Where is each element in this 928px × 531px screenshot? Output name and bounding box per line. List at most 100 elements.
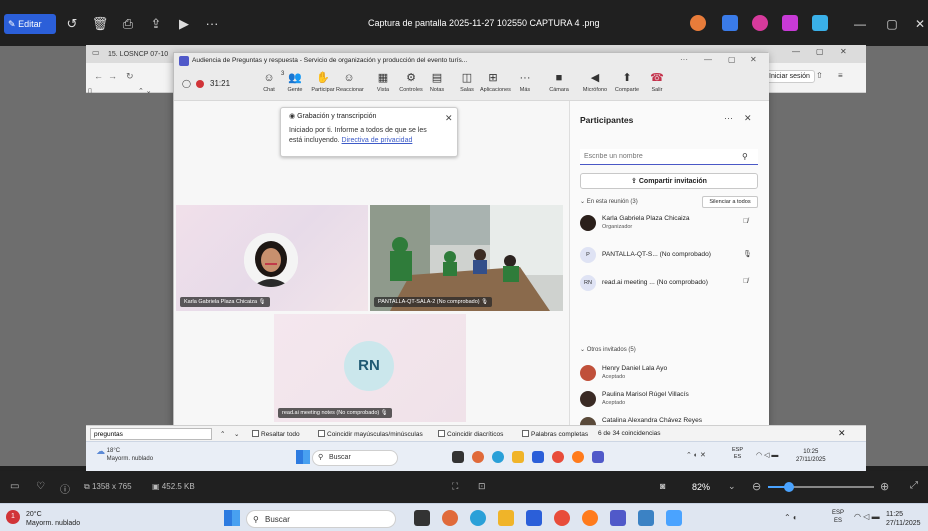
- zoom-out-icon[interactable]: ⊖: [752, 480, 761, 493]
- highlight-all-checkbox[interactable]: Resaltar todo: [252, 430, 300, 438]
- invitee-row[interactable]: Paulina Marisol Rúgel Villacís Aceptado: [580, 389, 760, 411]
- diacritics-checkbox[interactable]: Coincidir diacríticos: [438, 430, 503, 438]
- find-input[interactable]: [90, 428, 212, 440]
- start-icon[interactable]: [224, 510, 240, 526]
- tray-icons[interactable]: ⌃ ◐: [784, 513, 798, 522]
- print-icon[interactable]: ⎙: [118, 14, 138, 34]
- toolbar-gente-button[interactable]: 👥 Gente: [282, 73, 308, 94]
- store-icon[interactable]: [532, 451, 544, 463]
- language-indicator[interactable]: ESP ES: [732, 447, 743, 461]
- inner-clock[interactable]: 10:25 27/11/2025: [796, 448, 826, 464]
- store-icon[interactable]: [526, 510, 542, 526]
- close-find-icon[interactable]: ✕: [838, 428, 846, 439]
- wifi-volume-battery-icons[interactable]: ◠ ◁ ▬: [854, 512, 880, 521]
- app-icon-5[interactable]: [812, 15, 828, 31]
- menu-icon[interactable]: ≡: [838, 71, 843, 80]
- toolbar-reaccionar-button[interactable]: ☺ Reaccionar: [336, 73, 364, 94]
- participant-row[interactable]: P PANTALLA-QT-S... (No comprobado) 🎙: [580, 245, 760, 267]
- close-icon[interactable]: ✕: [750, 55, 757, 64]
- mic-off-icon[interactable]: 🎙̸: [743, 278, 748, 285]
- toolbar-micrófono-button[interactable]: ◀ Micrófono: [582, 73, 608, 94]
- zoom-level[interactable]: 82%: [692, 482, 710, 492]
- find-prev-icon[interactable]: ⌃: [220, 430, 225, 438]
- weather-alert-icon[interactable]: 1: [6, 510, 20, 524]
- chevron-down-icon[interactable]: ⌄: [728, 481, 736, 492]
- delete-icon[interactable]: 🗑: [90, 14, 110, 34]
- mute-all-button[interactable]: Silenciar a todos: [702, 196, 758, 208]
- panel-close-icon[interactable]: ✕: [744, 113, 752, 124]
- video-tile-room[interactable]: PANTALLA-QT-SALA-2 (No comprobado) 🎙: [370, 205, 563, 311]
- in-meeting-header[interactable]: ⌄ En esta reunión (3): [580, 199, 638, 205]
- zoom-slider-thumb[interactable]: [784, 482, 795, 492]
- chrome-icon[interactable]: [554, 510, 570, 526]
- toolbar-más-button[interactable]: ··· Más: [512, 73, 538, 94]
- taskbar-search[interactable]: ⚲ Buscar: [246, 510, 396, 528]
- close-banner-icon[interactable]: ✕: [445, 113, 453, 124]
- toolbar-salir-button[interactable]: ☎ Salir: [644, 73, 670, 94]
- folder-icon[interactable]: [512, 451, 524, 463]
- language-indicator[interactable]: ESP ES: [832, 509, 844, 525]
- share-invite-button[interactable]: ⇪ Compartir invitación: [580, 173, 758, 189]
- maximize-icon[interactable]: ▢: [816, 47, 824, 56]
- maximize-icon[interactable]: ▢: [728, 55, 736, 64]
- teams-icon[interactable]: [610, 510, 626, 526]
- close-icon[interactable]: ✕: [910, 14, 928, 34]
- taskbar-clock[interactable]: 11:25 27/11/2025: [886, 510, 921, 528]
- maximize-icon[interactable]: ▢: [882, 14, 902, 34]
- app-icon-2[interactable]: [722, 15, 738, 31]
- app-icon-1[interactable]: [690, 15, 706, 31]
- toolbar-notas-button[interactable]: ▤ Notas: [424, 73, 450, 94]
- photos-icon[interactable]: [638, 510, 654, 526]
- toolbar-chat-button[interactable]: ☺ Chat: [256, 73, 282, 94]
- info-icon[interactable]: ⓘ: [60, 481, 70, 496]
- firefox-icon[interactable]: [572, 451, 584, 463]
- minimize-icon[interactable]: —: [850, 14, 870, 34]
- filmstrip-icon[interactable]: ▭: [10, 481, 19, 492]
- folder-icon[interactable]: [498, 510, 514, 526]
- chrome-icon[interactable]: [552, 451, 564, 463]
- minimize-icon[interactable]: —: [792, 47, 800, 56]
- image-icon[interactable]: [666, 510, 682, 526]
- expand-icon[interactable]: ⤢: [910, 480, 918, 491]
- toolbar-comparte-button[interactable]: ⬆ Comparte: [614, 73, 640, 94]
- find-next-icon[interactable]: ⌄: [234, 430, 239, 438]
- participant-search-input[interactable]: [580, 149, 758, 165]
- tray-icons[interactable]: ⌃ ◐ ✕: [686, 451, 706, 459]
- search-icon[interactable]: ⚲: [742, 152, 748, 161]
- start-icon[interactable]: [296, 450, 310, 464]
- edge-icon[interactable]: [492, 451, 504, 463]
- fit-icon[interactable]: ⛶: [452, 481, 458, 492]
- app-icon[interactable]: [442, 510, 458, 526]
- panel-more-icon[interactable]: ···: [724, 113, 733, 123]
- login-button[interactable]: Iniciar sesión: [764, 70, 815, 83]
- firefox-icon[interactable]: [582, 510, 598, 526]
- wifi-volume-battery-icons[interactable]: ◠ ◁ ▬: [756, 451, 778, 459]
- reload-icon[interactable]: ↻: [126, 71, 134, 82]
- rotate-icon[interactable]: ↺: [62, 14, 82, 34]
- edit-button[interactable]: ✎ Editar: [4, 14, 56, 34]
- minimize-icon[interactable]: —: [704, 55, 712, 64]
- taskview-icon[interactable]: [414, 510, 430, 526]
- forward-icon[interactable]: →: [108, 71, 117, 81]
- toolbar-participar-button[interactable]: ✋ Participar: [310, 73, 336, 94]
- zoom-in-icon[interactable]: ⊕: [880, 480, 889, 493]
- mic-off-icon[interactable]: 🎙̸: [743, 218, 748, 225]
- back-icon[interactable]: ←: [94, 71, 103, 81]
- extensions-icon[interactable]: ⇧: [816, 71, 823, 80]
- app-icon-3[interactable]: [752, 15, 768, 31]
- whole-words-checkbox[interactable]: Palabras completas: [522, 430, 588, 438]
- more-button[interactable]: ···: [202, 14, 222, 34]
- video-tile-karla[interactable]: Karla Gabriela Plaza Chicaiza 🎙: [176, 205, 368, 311]
- close-icon[interactable]: ✕: [840, 47, 847, 56]
- mic-icon[interactable]: 🎙: [743, 250, 752, 258]
- weather-widget[interactable]: ☁ 18°C Mayorm. nublado: [96, 447, 153, 463]
- taskbar-search[interactable]: ⚲ Buscar: [312, 450, 398, 466]
- more-icon[interactable]: ···: [680, 55, 688, 64]
- weather-widget[interactable]: 20°C Mayorm. nublado: [26, 510, 80, 528]
- slideshow-icon[interactable]: ▶: [174, 14, 194, 34]
- actual-size-icon[interactable]: ⊡: [478, 481, 486, 492]
- toolbar-salas-button[interactable]: ◫ Salas: [454, 73, 480, 94]
- toolbar-vista-button[interactable]: ▦ Vista: [370, 73, 396, 94]
- favorite-icon[interactable]: ♡: [36, 481, 45, 492]
- toolbar-cámara-button[interactable]: ■ Cámara: [546, 73, 572, 94]
